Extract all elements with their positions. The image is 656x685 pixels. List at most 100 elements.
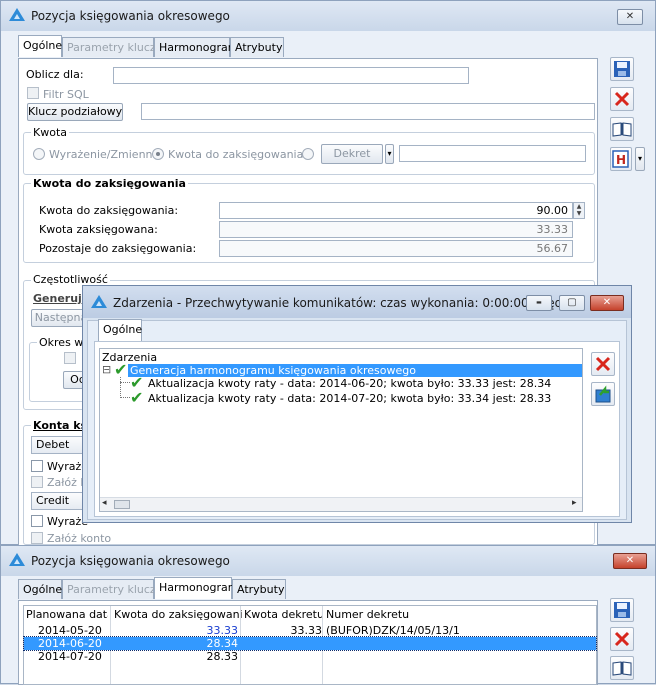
bottom-help-button[interactable] [610,656,634,680]
pozostaje-label: Pozostaje do zaksięgowania: [39,242,197,255]
cell-numer-dekretu [326,637,496,650]
main-window-title: Pozycja księgowania okresowego [31,9,230,23]
main-titlebar: Pozycja księgowania okresowego ✕ [1,1,655,31]
bottom-window-title: Pozycja księgowania okresowego [31,554,230,568]
column-header[interactable]: Planowana data k [26,608,108,621]
bottom-delete-button[interactable] [610,627,634,651]
main-close-button[interactable]: ✕ [617,9,643,25]
dialog-delete-button[interactable] [591,352,615,376]
radio-wyrazenie[interactable] [33,148,45,160]
bottom-titlebar: Pozycja księgowania okresowego ✕ [1,546,655,576]
credit-zaloz-label: Załóż konto [47,532,112,545]
tree-child-item[interactable]: Aktualizacja kwoty raty - data: 2014-07-… [148,392,551,405]
bottom-tab-ogolne[interactable]: Ogólne [18,579,62,599]
dialog-minimize-button[interactable]: ▬ [526,295,552,311]
bottom-tab-harmonogram[interactable]: Harmonogram [154,577,238,599]
scroll-left-arrow[interactable]: ◂ [102,498,107,508]
tab-atrybuty[interactable]: Atrybuty [230,37,284,57]
tab-parametry-klucza[interactable]: Parametry klucza [62,37,162,57]
tree-hscrollbar[interactable]: ◂ ▸ [100,497,582,511]
bottom-window: Pozycja księgowania okresowego ✕ Ogólne … [0,545,656,685]
scroll-right-arrow[interactable]: ▸ [572,498,577,508]
dialog-export-button[interactable] [591,382,615,406]
cell-numer-dekretu [326,650,496,663]
column-header[interactable]: Numer dekretu [326,608,446,621]
tree-connector [120,397,130,398]
radio-kwota-do-zaksiegowania[interactable] [152,148,164,160]
dialog-tab-ogolne[interactable]: Ogólne [98,319,142,341]
save-button[interactable] [610,57,634,81]
bottom-logo-icon [9,553,25,566]
cell-date: 2014-05-20 [38,624,102,637]
harmonogram-table: Planowana data k Kwota do zaksięgowania … [23,605,597,685]
column-header[interactable]: Kwota do zaksięgowania [114,608,242,621]
app-logo-icon [9,8,25,21]
events-tree: Zdarzenia ⊟ ✔ Generacja harmonogramu ksi… [99,348,583,512]
dekret-dropdown-button[interactable]: ▾ [385,144,394,164]
credit-wyrazenie-checkbox[interactable] [31,515,43,527]
history-menu-button[interactable]: ▾ [635,147,645,171]
cell-kwota-dekretu [244,650,322,663]
save-icon [614,602,630,618]
column-header[interactable]: Kwota dekretu [244,608,322,621]
bottom-tabbar: Ogólne Parametry klucza Harmonogram Atry… [18,577,598,601]
tree-connector [120,382,130,383]
delete-button[interactable] [610,87,634,111]
credit-zaloz-checkbox[interactable] [31,532,43,544]
radio-kwota-label: Kwota do zaksięgowania [168,148,304,161]
cell-date: 2014-06-20 [38,637,102,650]
history-button[interactable]: H [610,147,632,171]
bottom-tab-parametry-klucza[interactable]: Parametry klucza [62,579,162,599]
kwota-do-zaksiegowania-label: Kwota do zaksięgowania: [39,204,179,217]
delete-icon [614,91,630,107]
tree-expander[interactable]: ⊟ [102,363,111,376]
oblicz-dla-label: Oblicz dla: [26,68,84,81]
tab-harmonogram[interactable]: Harmonogram [154,37,238,57]
h-letter-icon: H [612,150,629,168]
dialog-title: Zdarzenia - Przechwytywanie komunikatów:… [113,296,581,310]
debet-zaloz-checkbox[interactable] [31,476,43,488]
delete-icon [595,356,611,372]
cell-kwota-dekretu [244,637,322,650]
filtr-sql-label: Filtr SQL [43,88,89,101]
child-check-icon: ✔ [130,388,144,407]
table-row-selected[interactable]: 2014-06-20 28.34 [23,636,597,651]
kwota-do-zaksiegowania-field[interactable]: 90.00 [219,202,573,219]
table-row[interactable]: 2014-07-20 28.33 [24,650,596,663]
kwota-spinner[interactable]: ▲ ▼ [573,202,585,219]
help-button[interactable] [610,117,634,141]
dialog-maximize-button[interactable]: ▢ [559,295,585,311]
bottom-save-button[interactable] [610,598,634,622]
dialog-tab-area: Ogólne Zdarzenia ⊟ ✔ Generacja harmonogr… [87,319,627,520]
delete-icon [614,631,630,647]
book-icon [612,122,632,137]
bottom-close-button[interactable]: ✕ [613,553,647,569]
scroll-thumb[interactable] [114,500,130,509]
radio-dekret[interactable] [302,148,314,160]
cell-kwota-dekretu: 33.33 [290,624,323,637]
tree-root-label: Generacja harmonogramu księgowania okres… [130,364,416,377]
oblicz-dla-field[interactable] [113,67,469,84]
okres-checkbox[interactable] [64,352,76,364]
export-icon [595,385,611,403]
dekret-button[interactable]: Dekret [321,144,383,164]
kwota-zaksiegowana-field: 33.33 [219,221,573,238]
cell-numer-dekretu: (BUFOR)DZK/14/05/13/1 [326,624,460,637]
cell-kwota: 28.34 [206,637,239,650]
klucz-podzialowy-field[interactable] [141,103,595,120]
klucz-podzialowy-button[interactable]: Klucz podziałowy [27,103,123,121]
bottom-tab-panel: Planowana data k Kwota do zaksięgowania … [18,600,598,685]
dekret-field[interactable] [399,145,586,162]
cell-kwota: 33.33 [206,624,239,637]
radio-wyrazenie-label: Wyrażenie/Zmienna [49,148,160,161]
bottom-tab-atrybuty[interactable]: Atrybuty [232,579,286,599]
cell-kwota: 28.33 [206,650,239,663]
dialog-logo-icon [91,295,107,308]
tree-child-item[interactable]: Aktualizacja kwoty raty - data: 2014-06-… [148,377,551,390]
filtr-sql-checkbox[interactable] [27,87,39,99]
debet-wyrazenie-checkbox[interactable] [31,460,43,472]
table-row[interactable]: 2014-05-20 33.33 33.33 (BUFOR)DZK/14/05/… [24,624,596,637]
kwota-zaksiegowania-group-title: Kwota do zaksięgowania [31,177,188,190]
tab-ogolne[interactable]: Ogólne [18,35,62,57]
dialog-close-button[interactable]: ✕ [590,295,624,311]
